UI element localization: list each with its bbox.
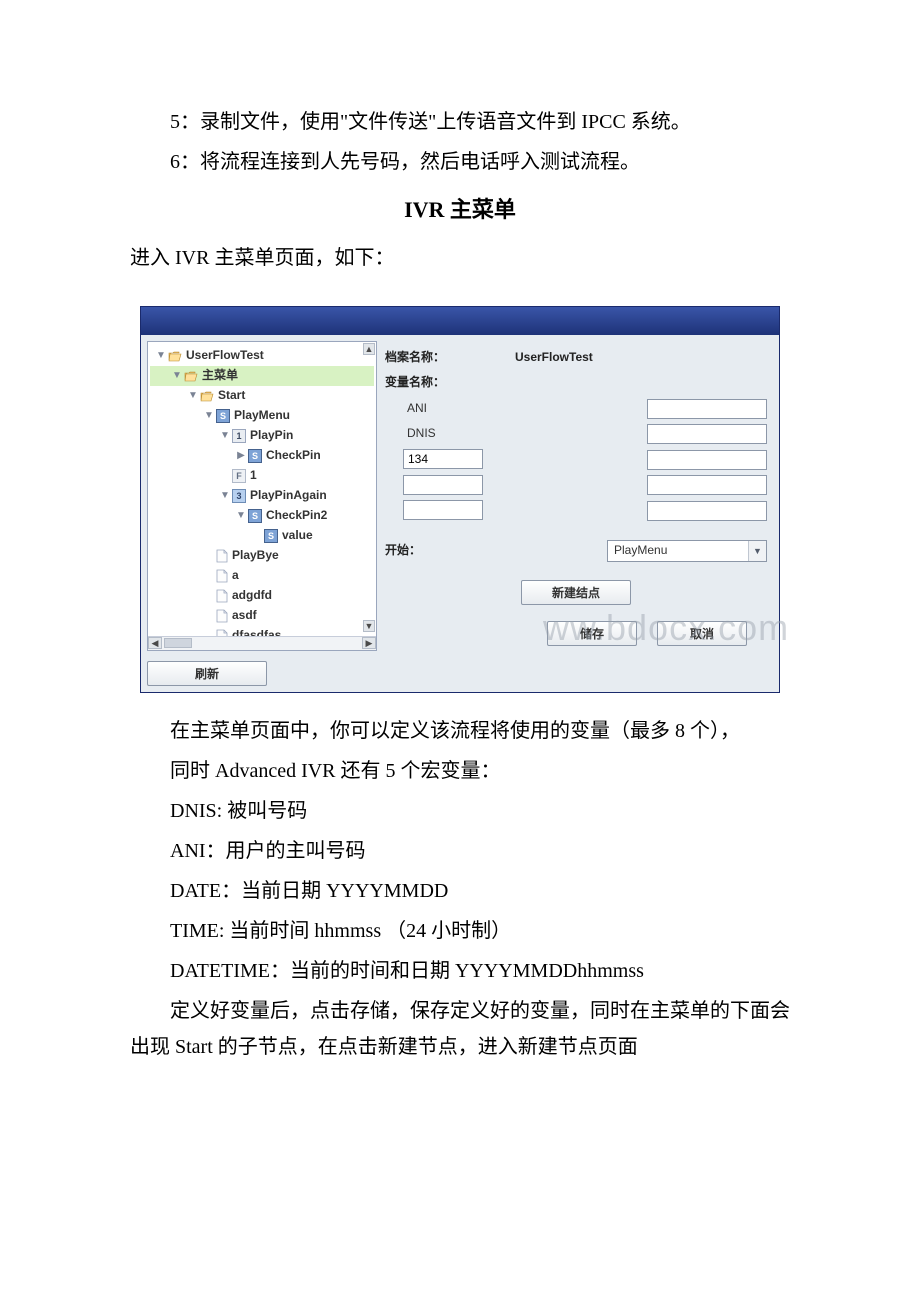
doc-macro-4: TIME: 当前时间 hhmmss （24 小时制）: [130, 913, 790, 949]
var-4-name-input[interactable]: [403, 475, 483, 495]
tree-node-playpinagain[interactable]: ▼ 3 PlayPinAgain: [150, 486, 374, 506]
doc-macro-2: ANI：用户的主叫号码: [130, 833, 790, 869]
tree-node-playmenu[interactable]: ▼ S PlayMenu: [150, 406, 374, 426]
tree-label: PlayBye: [232, 545, 279, 567]
doc-macro-3: DATE：当前日期 YYYYMMDD: [130, 873, 790, 909]
tree-label: value: [282, 525, 313, 547]
scroll-up-button[interactable]: ▲: [363, 343, 375, 355]
f-node-icon: F: [232, 469, 246, 483]
folder-open-icon: [184, 370, 198, 382]
s-node-icon: S: [216, 409, 230, 423]
doc-after-3: 定义好变量后，点击存储，保存定义好的变量，同时在主菜单的下面会出现 Start …: [130, 993, 790, 1065]
start-select[interactable]: PlayMenu ▼: [607, 540, 767, 562]
doc-line-5: 5：录制文件，使用"文件传送"上传语音文件到 IPCC 系统。: [130, 104, 790, 140]
tree-node-playpin[interactable]: ▼ 1 PlayPin: [150, 426, 374, 446]
horizontal-scrollbar[interactable]: ◀ ▶: [148, 636, 376, 650]
var-5-value-input[interactable]: [647, 501, 767, 521]
chevron-right-icon[interactable]: ▶: [236, 447, 246, 465]
new-node-button[interactable]: 新建结点: [521, 580, 631, 605]
tree-label: PlayMenu: [234, 405, 290, 427]
archive-name-value: UserFlowTest: [515, 347, 593, 369]
one-node-icon: 1: [232, 429, 246, 443]
tree-label: 1: [250, 465, 257, 487]
tree-label: UserFlowTest: [186, 345, 264, 367]
tree-node-checkpin2[interactable]: ▼ S CheckPin2: [150, 506, 374, 526]
var-name-label: 变量名称：: [385, 372, 515, 394]
chevron-down-icon[interactable]: ▼: [156, 347, 166, 365]
tree-node-userflowtest[interactable]: ▼ UserFlowTest: [150, 346, 374, 366]
s-node-icon: S: [264, 529, 278, 543]
doc-line-6: 6：将流程连接到人先号码，然后电话呼入测试流程。: [130, 144, 790, 180]
save-button[interactable]: 储存: [547, 621, 637, 646]
var-5-name-input[interactable]: [403, 500, 483, 520]
doc-intro: 进入 IVR 主菜单页面，如下：: [130, 240, 790, 276]
tree-label: CheckPin2: [266, 505, 327, 527]
chevron-down-icon: ▼: [748, 541, 766, 561]
document-icon: [216, 609, 228, 623]
form-panel: 档案名称： UserFlowTest 变量名称： ANI DNIS: [383, 341, 773, 686]
ivr-screenshot: ▲ ▼ ▼ UserFlowTest ▼: [130, 306, 790, 693]
app-window: ▲ ▼ ▼ UserFlowTest ▼: [140, 306, 780, 693]
tree-node-main-menu[interactable]: ▼ 主菜单: [150, 366, 374, 386]
var-ani-label: ANI: [385, 398, 515, 420]
tree-label: 主菜单: [202, 365, 238, 387]
archive-name-label: 档案名称：: [385, 347, 515, 369]
var-3-name-input[interactable]: [403, 449, 483, 469]
app-titlebar: [141, 307, 779, 335]
var-4-value-input[interactable]: [647, 475, 767, 495]
var-3-value-input[interactable]: [647, 450, 767, 470]
heading-ivr-main: IVR 主菜单: [130, 190, 790, 230]
cancel-button[interactable]: 取消: [657, 621, 747, 646]
tree-label: Start: [218, 385, 245, 407]
tree-label: PlayPinAgain: [250, 485, 327, 507]
document-icon: [216, 589, 228, 603]
tree-label: a: [232, 565, 239, 587]
tree-content: ▼ UserFlowTest ▼ 主菜单: [148, 342, 376, 651]
document-icon: [216, 569, 228, 583]
scroll-down-button[interactable]: ▼: [363, 620, 375, 632]
tree-label: PlayPin: [250, 425, 293, 447]
refresh-button[interactable]: 刷新: [147, 661, 267, 686]
tree-node-1[interactable]: F 1: [150, 466, 374, 486]
tree-node-adgdfd[interactable]: adgdfd: [150, 586, 374, 606]
var-dnis-label: DNIS: [385, 423, 515, 445]
scroll-thumb[interactable]: [164, 638, 192, 648]
document-icon: [216, 549, 228, 563]
folder-open-icon: [200, 390, 214, 402]
chevron-down-icon[interactable]: ▼: [220, 427, 230, 445]
chevron-down-icon[interactable]: ▼: [188, 387, 198, 405]
folder-open-icon: [168, 350, 182, 362]
start-select-value: PlayMenu: [614, 540, 667, 562]
chevron-down-icon[interactable]: ▼: [236, 507, 246, 525]
tree-node-playbye[interactable]: PlayBye: [150, 546, 374, 566]
doc-macro-5: DATETIME：当前的时间和日期 YYYYMMDDhhmmss: [130, 953, 790, 989]
tree-label: CheckPin: [266, 445, 321, 467]
tree-node-start[interactable]: ▼ Start: [150, 386, 374, 406]
tree-label: asdf: [232, 605, 257, 627]
tree-node-checkpin[interactable]: ▶ S CheckPin: [150, 446, 374, 466]
s-node-icon: S: [248, 449, 262, 463]
scroll-left-button[interactable]: ◀: [148, 637, 162, 649]
chevron-down-icon[interactable]: ▼: [204, 407, 214, 425]
scroll-right-button[interactable]: ▶: [362, 637, 376, 649]
tree-node-a[interactable]: a: [150, 566, 374, 586]
tree-node-value[interactable]: S value: [150, 526, 374, 546]
start-label: 开始：: [385, 540, 515, 562]
tree-label: adgdfd: [232, 585, 272, 607]
doc-macro-1: DNIS: 被叫号码: [130, 793, 790, 829]
chevron-down-icon[interactable]: ▼: [172, 367, 182, 385]
var-ani-input[interactable]: [647, 399, 767, 419]
var-dnis-input[interactable]: [647, 424, 767, 444]
tree-box[interactable]: ▲ ▼ ▼ UserFlowTest ▼: [147, 341, 377, 651]
three-node-icon: 3: [232, 489, 246, 503]
tree-node-asdf[interactable]: asdf: [150, 606, 374, 626]
chevron-down-icon[interactable]: ▼: [220, 487, 230, 505]
tree-panel: ▲ ▼ ▼ UserFlowTest ▼: [147, 341, 377, 686]
s-node-icon: S: [248, 509, 262, 523]
doc-after-2: 同时 Advanced IVR 还有 5 个宏变量：: [130, 753, 790, 789]
doc-after-1: 在主菜单页面中，你可以定义该流程将使用的变量（最多 8 个），: [130, 713, 790, 749]
